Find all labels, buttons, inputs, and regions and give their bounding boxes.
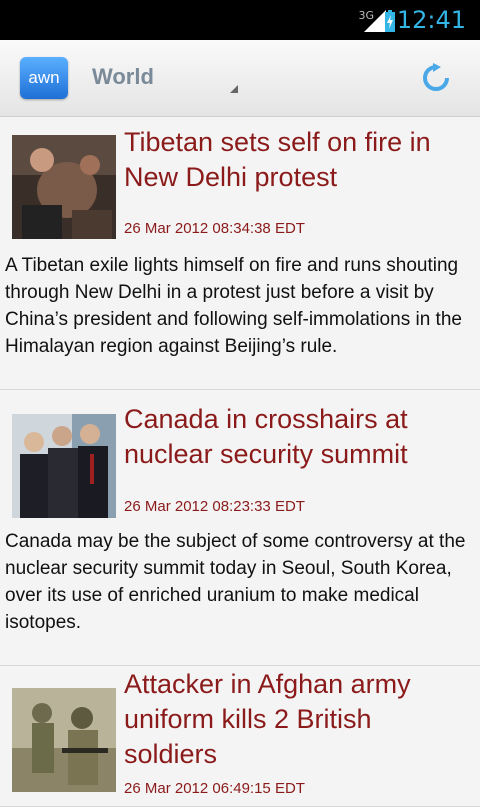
article-title[interactable]: Canada in crosshairs at nuclear security…: [124, 402, 472, 472]
dropdown-icon[interactable]: [230, 85, 238, 93]
list-item[interactable]: Canada in crosshairs at nuclear security…: [0, 390, 480, 666]
article-thumbnail: [12, 135, 116, 239]
article-thumbnail: [12, 688, 116, 792]
refresh-icon[interactable]: [420, 62, 452, 94]
article-thumbnail: [12, 414, 116, 518]
battery-icon: [385, 10, 395, 32]
article-summary: A Tibetan exile lights himself on fire a…: [5, 255, 462, 357]
article-date: 26 Mar 2012 06:49:15 EDT: [124, 780, 305, 797]
article-date: 26 Mar 2012 08:34:38 EDT: [124, 220, 305, 237]
article-title[interactable]: Attacker in Afghan army uniform kills 2 …: [124, 667, 472, 772]
list-item[interactable]: Attacker in Afghan army uniform kills 2 …: [0, 666, 480, 807]
app-logo[interactable]: awn: [20, 57, 68, 99]
list-item[interactable]: Tibetan sets self on fire in New Delhi p…: [0, 117, 480, 390]
action-bar: awn World: [0, 40, 480, 117]
article-list: Tibetan sets self on fire in New Delhi p…: [0, 117, 480, 807]
article-title[interactable]: Tibetan sets self on fire in New Delhi p…: [124, 125, 472, 195]
article-date: 26 Mar 2012 08:23:33 EDT: [124, 498, 305, 515]
clock: 12:41: [396, 6, 466, 34]
article-summary: Canada may be the subject of some contro…: [5, 531, 466, 633]
section-spinner[interactable]: World: [92, 64, 154, 90]
status-bar: 3G 12:41: [0, 0, 480, 40]
signal-icon: [364, 10, 386, 32]
